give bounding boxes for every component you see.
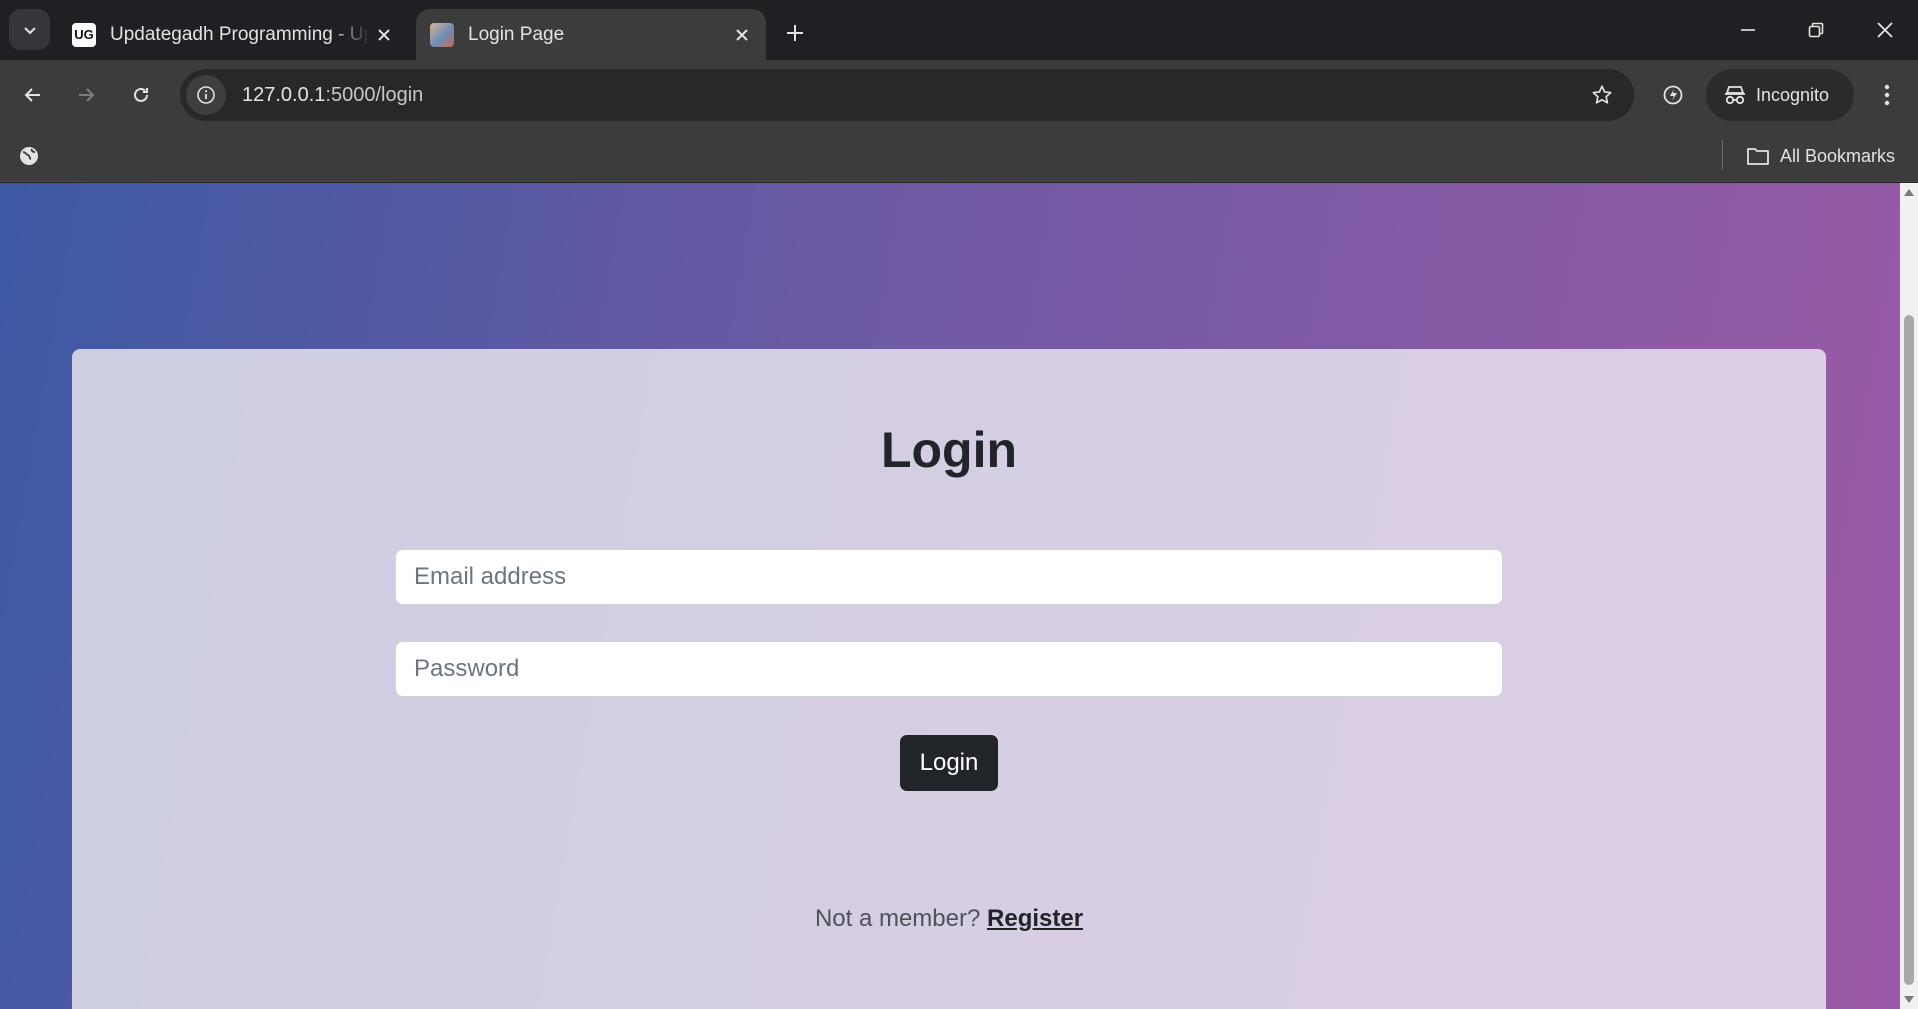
reload-icon	[134, 87, 148, 102]
login-card: Login Login Not a member? Register	[72, 349, 1826, 1009]
register-prompt: Not a member? Register	[72, 905, 1826, 933]
all-bookmarks-label: All Bookmarks	[1780, 145, 1896, 166]
updategadh-favicon-icon: UG	[72, 22, 96, 47]
back-button[interactable]	[14, 76, 52, 114]
forward-button[interactable]	[67, 76, 105, 114]
close-window-button[interactable]	[1857, 8, 1913, 52]
email-field[interactable]	[395, 549, 1503, 605]
tab-title: Updategadh Programming - Up	[110, 23, 370, 45]
password-field[interactable]	[395, 641, 1503, 697]
globe-bookmark-icon[interactable]	[16, 143, 42, 169]
minimize-icon	[1741, 29, 1755, 31]
close-icon	[1877, 22, 1893, 38]
login-button[interactable]: Login	[900, 735, 998, 791]
performance-button[interactable]	[1654, 76, 1692, 114]
tab-strip: UG Updategadh Programming - Up Login Pag…	[0, 0, 1918, 60]
browser-menu-button[interactable]	[1868, 76, 1906, 114]
scroll-up-icon[interactable]	[1904, 189, 1914, 196]
restore-icon	[1808, 22, 1824, 38]
login-page-favicon-icon	[430, 22, 454, 47]
more-vertical-icon	[1884, 84, 1890, 106]
bookmarks-separator	[1722, 140, 1723, 170]
reload-button[interactable]	[122, 76, 160, 114]
all-bookmarks-button[interactable]: All Bookmarks	[1746, 142, 1895, 170]
address-bar[interactable]: 127.0.0.1:5000/login	[180, 69, 1634, 121]
new-tab-button[interactable]	[778, 16, 812, 50]
tab-login-page[interactable]: Login Page	[416, 9, 766, 60]
plus-icon	[787, 25, 803, 41]
arrow-left-icon	[24, 88, 40, 102]
arrow-right-icon	[79, 88, 95, 102]
scroll-down-icon[interactable]	[1904, 996, 1914, 1003]
scrollbar-thumb[interactable]	[1904, 315, 1914, 985]
site-info-icon[interactable]	[186, 75, 226, 115]
url-host: 127.0.0.1	[242, 83, 326, 106]
incognito-label: Incognito	[1756, 84, 1830, 105]
chevron-down-icon	[23, 26, 36, 34]
tab-updategadh[interactable]: UG Updategadh Programming - Up	[58, 9, 408, 60]
bookmarks-bar: All Bookmarks	[0, 130, 1918, 182]
register-link[interactable]: Register	[987, 905, 1083, 932]
browser-toolbar: 127.0.0.1:5000/login Incognito	[0, 60, 1918, 130]
incognito-profile-button[interactable]: Incognito	[1706, 69, 1854, 121]
incognito-icon	[1724, 85, 1746, 105]
page-viewport: Login Login Not a member? Register	[0, 183, 1900, 1009]
restore-button[interactable]	[1788, 8, 1844, 52]
tab-search-button[interactable]	[9, 9, 50, 50]
minimize-button[interactable]	[1720, 8, 1776, 52]
register-prompt-text: Not a member?	[814, 905, 981, 932]
close-tab-icon[interactable]	[370, 21, 398, 49]
bookmark-star-icon[interactable]	[1588, 81, 1616, 109]
page-scrollbar[interactable]	[1900, 183, 1918, 1009]
url-path: :5000/login	[325, 83, 424, 106]
page-title: Login	[880, 422, 1018, 478]
close-tab-icon[interactable]	[728, 21, 756, 49]
tab-title: Login Page	[468, 23, 565, 45]
folder-icon	[1746, 146, 1770, 166]
performance-icon	[1663, 85, 1683, 105]
url-text[interactable]: 127.0.0.1:5000/login	[242, 84, 423, 107]
